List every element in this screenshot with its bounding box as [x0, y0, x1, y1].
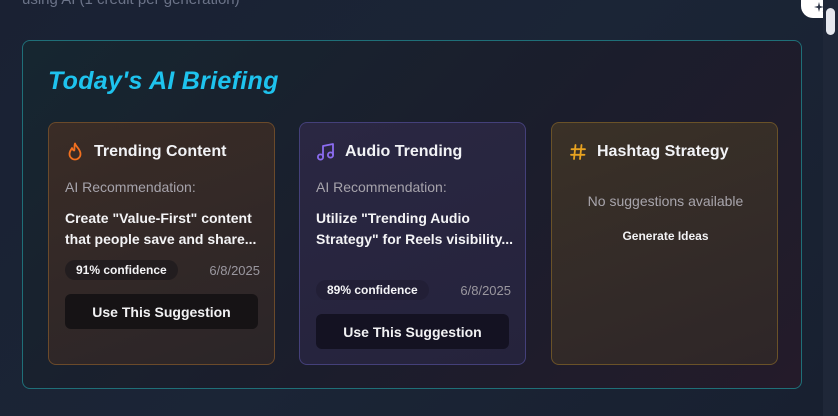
empty-state-text: No suggestions available	[587, 193, 744, 209]
confidence-badge: 91% confidence	[65, 260, 178, 280]
card-hashtag-strategy: Hashtag Strategy No suggestions availabl…	[551, 122, 778, 365]
panel-title: Today's AI Briefing	[48, 67, 279, 95]
recommendation-text: Create "Value-First" content that people…	[65, 210, 257, 247]
confidence-row: 89% confidence 6/8/2025	[316, 280, 511, 300]
confidence-badge: 89% confidence	[316, 280, 429, 300]
flame-icon	[65, 142, 85, 162]
card-title: Hashtag Strategy	[597, 143, 729, 160]
header-subtitle: using AI (1 credit per generation)	[22, 0, 240, 8]
card-header: Trending Content	[65, 142, 226, 162]
scrollbar-track[interactable]	[823, 0, 838, 416]
ai-briefing-panel: Today's AI Briefing Trending Content AI …	[22, 40, 802, 389]
recommendation-label: AI Recommendation:	[316, 179, 447, 195]
card-header: Audio Trending	[316, 142, 462, 162]
card-title: Trending Content	[94, 143, 227, 160]
card-trending-content: Trending Content AI Recommendation: Crea…	[48, 122, 275, 365]
scrollbar-thumb[interactable]	[826, 8, 835, 35]
confidence-row: 91% confidence 6/8/2025	[65, 260, 260, 280]
hashtag-icon	[568, 142, 588, 162]
suggestion-date: 6/8/2025	[460, 282, 511, 298]
card-title: Audio Trending	[345, 143, 463, 160]
card-audio-trending: Audio Trending AI Recommendation: Utiliz…	[299, 122, 526, 365]
generate-ideas-button[interactable]: Generate Ideas	[552, 229, 779, 243]
use-suggestion-button[interactable]: Use This Suggestion	[316, 314, 509, 349]
music-note-icon	[316, 142, 336, 162]
card-header: Hashtag Strategy	[568, 142, 729, 162]
use-suggestion-button[interactable]: Use This Suggestion	[65, 294, 258, 329]
suggestion-date: 6/8/2025	[209, 262, 260, 278]
recommendation-label: AI Recommendation:	[65, 179, 196, 195]
recommendation-text: Utilize "Trending Audio Strategy" for Re…	[316, 210, 513, 247]
